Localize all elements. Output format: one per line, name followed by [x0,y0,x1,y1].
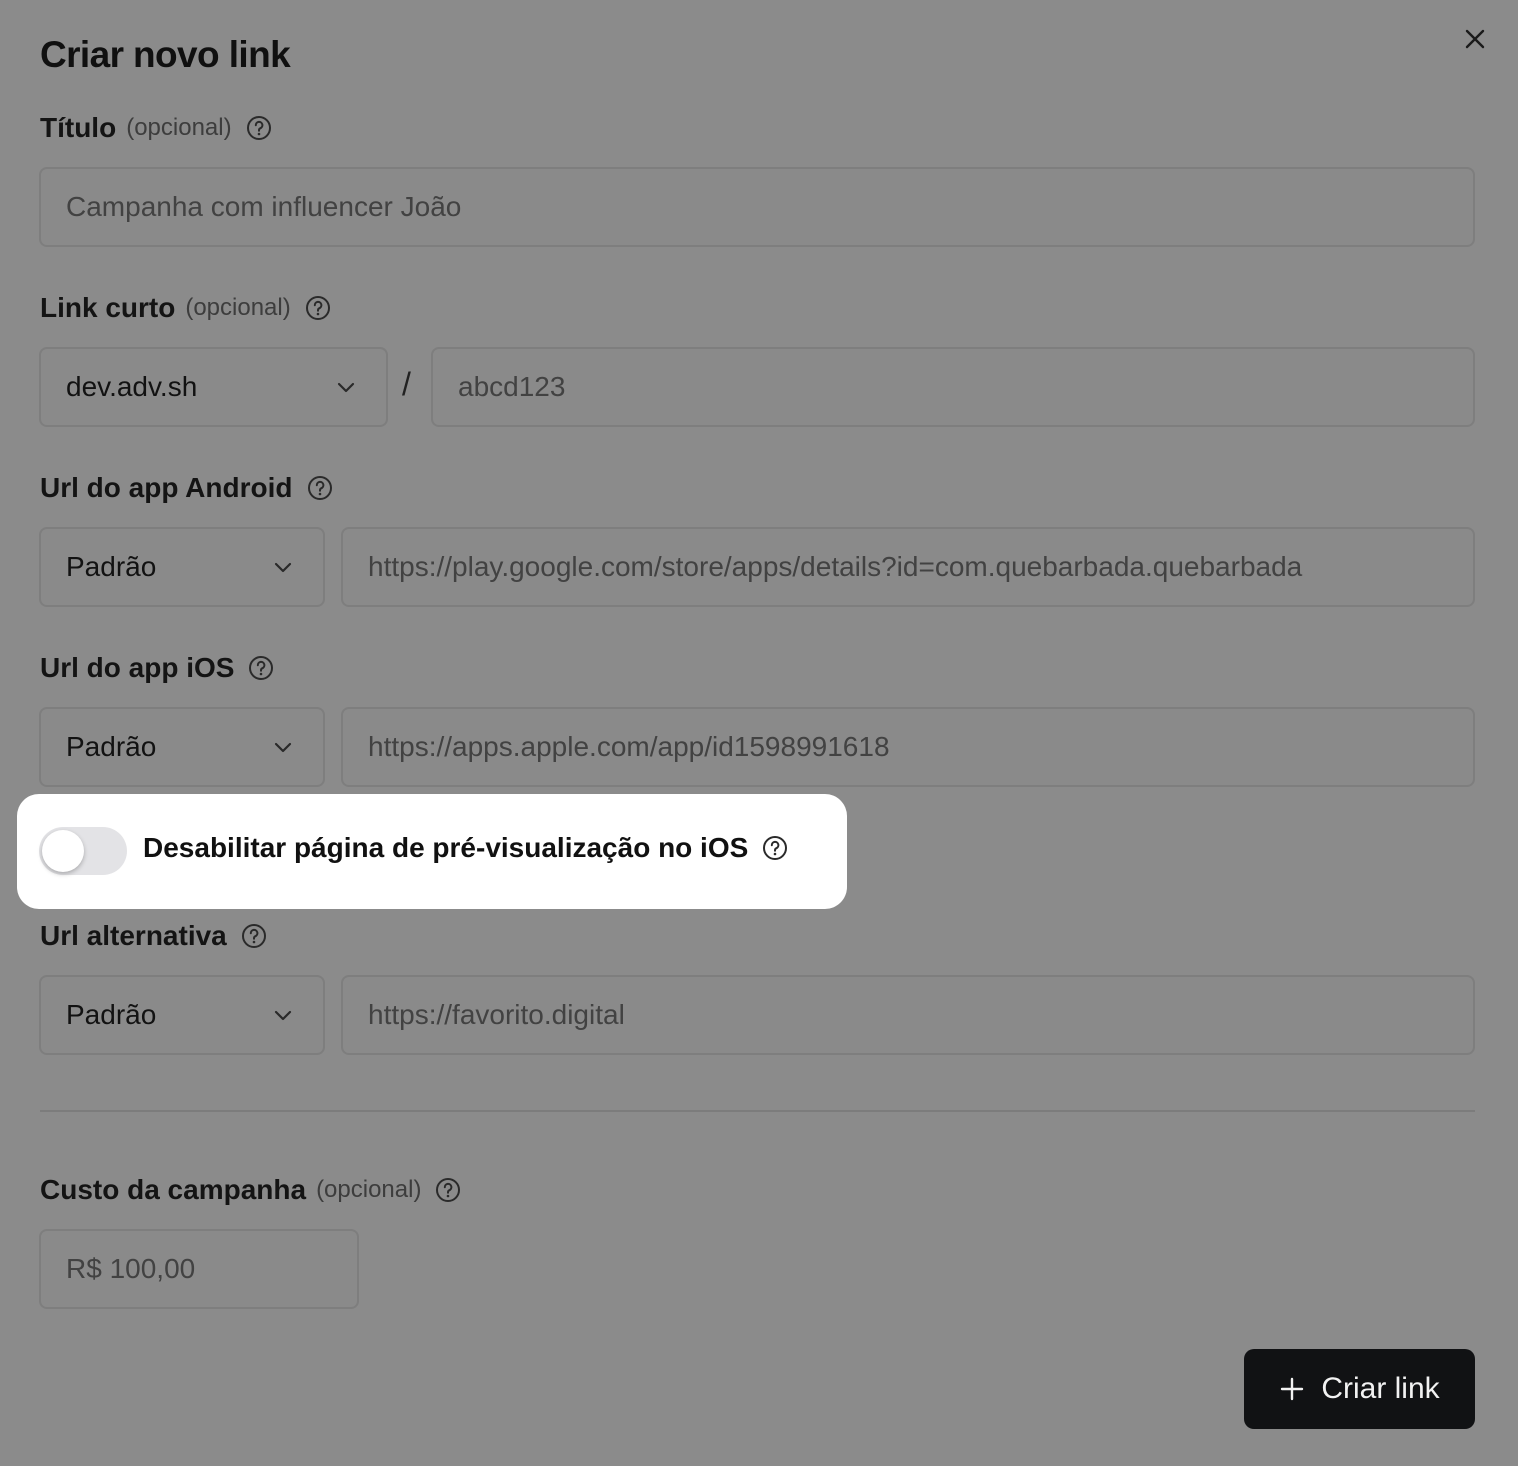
ios-preview-toggle-label: Desabilitar página de pré-visualização n… [143,832,788,864]
alternativa-label-text: Url alternativa [40,920,227,951]
domain-value: dev.adv.sh [66,371,198,402]
ios-preview-toggle[interactable] [39,827,127,875]
custo-label: Custo da campanha (opcional) [40,1174,461,1206]
path-separator: / [402,366,411,402]
android-mode-value: Padrão [66,551,157,582]
alternativa-label: Url alternativa [40,920,267,952]
help-icon[interactable] [762,835,788,861]
ios-url-placeholder: https://apps.apple.com/app/id1598991618 [368,731,890,762]
alternativa-mode-select[interactable]: Padrão [39,975,325,1055]
optional-tag: (opcional) [126,114,232,141]
ios-label: Url do app iOS [40,652,274,684]
chevron-down-icon [271,555,295,579]
slug-placeholder: abcd123 [458,371,566,402]
help-icon[interactable] [248,655,274,681]
create-link-button[interactable]: Criar link [1244,1349,1475,1429]
toggle-knob [42,830,84,872]
link-curto-label-text: Link curto [40,292,176,323]
custo-input[interactable]: R$ 100,00 [39,1229,359,1309]
titulo-placeholder: Campanha com influencer João [66,191,462,222]
help-icon[interactable] [435,1177,461,1203]
close-button[interactable] [1460,24,1490,54]
android-label-text: Url do app Android [40,472,293,503]
alternativa-url-input[interactable]: https://favorito.digital [341,975,1475,1055]
alternativa-url-placeholder: https://favorito.digital [368,999,625,1030]
optional-tag: (opcional) [316,1176,422,1203]
close-icon [1465,29,1485,49]
optional-tag: (opcional) [185,294,291,321]
ios-preview-toggle-text: Desabilitar página de pré-visualização n… [143,832,749,863]
ios-mode-value: Padrão [66,731,157,762]
ios-url-input[interactable]: https://apps.apple.com/app/id1598991618 [341,707,1475,787]
custo-label-text: Custo da campanha [40,1174,307,1205]
domain-select[interactable]: dev.adv.sh [39,347,388,427]
link-curto-label: Link curto (opcional) [40,292,331,324]
create-link-label: Criar link [1321,1372,1440,1405]
custo-placeholder: R$ 100,00 [66,1253,196,1284]
chevron-down-icon [271,1003,295,1027]
ios-label-text: Url do app iOS [40,652,235,683]
alternativa-mode-value: Padrão [66,999,157,1030]
titulo-input[interactable]: Campanha com influencer João [39,167,1475,247]
plus-icon [1281,1377,1304,1401]
help-icon[interactable] [241,923,267,949]
dialog-title: Criar novo link [40,34,291,75]
android-url-input[interactable]: https://play.google.com/store/apps/detai… [341,527,1475,607]
android-mode-select[interactable]: Padrão [39,527,325,607]
help-icon[interactable] [307,475,333,501]
help-icon[interactable] [246,115,272,141]
help-icon[interactable] [305,295,331,321]
slug-input[interactable]: abcd123 [431,347,1475,427]
ios-mode-select[interactable]: Padrão [39,707,325,787]
android-label: Url do app Android [40,472,333,504]
titulo-label-text: Título [40,112,117,143]
android-url-placeholder: https://play.google.com/store/apps/detai… [368,551,1303,582]
section-divider [40,1110,1475,1112]
titulo-label: Título (opcional) [40,112,272,144]
chevron-down-icon [271,735,295,759]
chevron-down-icon [334,375,358,399]
